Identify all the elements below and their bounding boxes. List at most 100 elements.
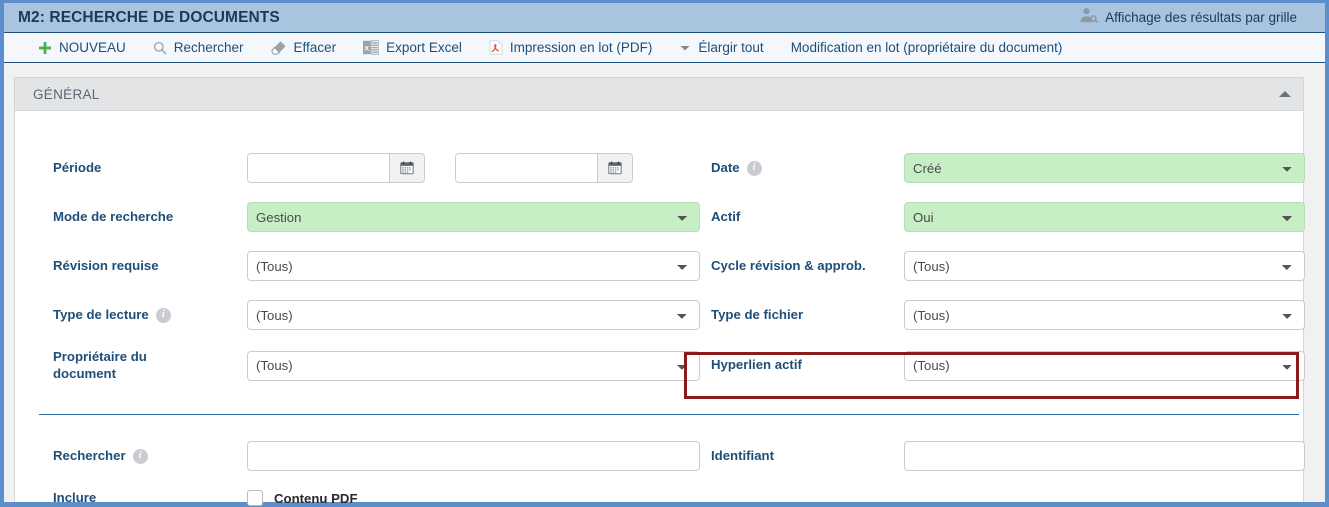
revision-requise-label-cell: Révision requise <box>15 258 247 275</box>
actif-select[interactable]: Oui <box>904 202 1305 232</box>
new-button-label: NOUVEAU <box>59 40 126 55</box>
rechercher-label-cell: Rechercher i <box>15 448 247 465</box>
svg-text:x: x <box>365 43 370 53</box>
mode-de-recherche-field: Gestion <box>247 202 700 232</box>
calendar-icon[interactable] <box>389 154 424 182</box>
type-de-lecture-label-cell: Type de lecture i <box>15 307 247 324</box>
info-icon[interactable]: i <box>155 307 171 323</box>
rechercher-field <box>247 441 700 471</box>
type-de-lecture-label: Type de lecture <box>53 306 149 322</box>
hyperlien-actif-label-cell: Hyperlien actif <box>700 357 904 374</box>
left-gutter <box>4 63 14 502</box>
clear-button[interactable]: Effacer <box>270 40 337 55</box>
mode-de-recherche-label-cell: Mode de recherche <box>15 209 247 226</box>
type-de-fichier-label: Type de fichier <box>711 306 804 322</box>
row-typelecture-typefichier: Type de lecture i (Tous) Type de fichier… <box>15 300 1305 330</box>
page-title: M2: RECHERCHE DE DOCUMENTS <box>18 8 280 26</box>
info-icon[interactable]: i <box>132 448 148 464</box>
cycle-revision-select[interactable]: (Tous) <box>904 251 1305 281</box>
proprietaire-select[interactable]: (Tous) <box>247 350 700 381</box>
hyperlien-actif-label: Hyperlien actif <box>711 357 802 373</box>
view-mode-toggle[interactable]: Affichage des résultats par grille <box>1078 7 1315 29</box>
proprietaire-field: (Tous) <box>247 350 700 381</box>
general-panel-body: Période Date i Créé Mode de recherche Ge… <box>15 111 1305 507</box>
export-excel-label: Export Excel <box>386 40 462 55</box>
toolbar: NOUVEAU Rechercher Effacer x Export Exce… <box>4 33 1325 63</box>
row-periode-date: Période Date i Créé <box>15 153 1305 183</box>
eraser-icon <box>270 40 287 55</box>
plus-icon <box>38 41 52 55</box>
batch-print-pdf-button[interactable]: Impression en lot (PDF) <box>489 40 653 55</box>
expand-all-label: Élargir tout <box>698 40 764 55</box>
search-icon <box>153 41 167 55</box>
periode-end-group <box>455 153 633 183</box>
inclure-label-cell: Inclure <box>15 490 247 507</box>
proprietaire-label: Propriétaire du document <box>53 349 147 381</box>
mode-de-recherche-select[interactable]: Gestion <box>247 202 700 232</box>
info-icon[interactable]: i <box>746 160 762 176</box>
cycle-revision-label: Cycle révision & approb. <box>711 257 866 273</box>
triangle-up-icon[interactable] <box>1279 91 1291 97</box>
hyperlien-actif-field: (Tous) <box>904 350 1305 381</box>
excel-icon: x <box>363 40 380 55</box>
type-de-fichier-label-cell: Type de fichier <box>700 307 904 324</box>
search-button-label: Rechercher <box>173 40 244 55</box>
periode-label-cell: Période <box>15 160 247 177</box>
section-divider <box>39 414 1299 415</box>
user-search-icon <box>1078 7 1099 29</box>
hyperlien-actif-select[interactable]: (Tous) <box>904 350 1305 381</box>
pdf-icon <box>489 40 503 55</box>
rechercher-label: Rechercher <box>53 447 126 463</box>
inclure-label: Inclure <box>53 490 97 505</box>
batch-edit-label: Modification en lot (propriétaire du doc… <box>790 40 1063 55</box>
periode-end-input[interactable] <box>456 154 597 182</box>
periode-start-group <box>247 153 425 183</box>
date-select[interactable]: Créé <box>904 153 1305 183</box>
application-window: M2: RECHERCHE DE DOCUMENTS Affichage des… <box>0 0 1329 507</box>
general-panel-title: GÉNÉRAL <box>33 86 100 102</box>
expand-all-button[interactable]: Élargir tout <box>679 40 764 55</box>
identifiant-label: Identifiant <box>711 447 775 463</box>
type-de-lecture-select[interactable]: (Tous) <box>247 300 700 330</box>
row-rechercher-identifiant: Rechercher i Identifiant <box>15 441 1305 471</box>
type-de-lecture-field: (Tous) <box>247 300 700 330</box>
proprietaire-label-cell: Propriétaire du document <box>15 349 165 382</box>
actif-field: Oui <box>904 202 1305 232</box>
cycle-revision-label-cell: Cycle révision & approb. <box>700 258 904 275</box>
chevron-down-icon <box>679 42 691 54</box>
export-excel-button[interactable]: x Export Excel <box>363 40 462 55</box>
row-revision-cycle: Révision requise (Tous) Cycle révision &… <box>15 251 1305 281</box>
date-label-cell: Date i <box>700 160 904 177</box>
periode-start-input[interactable] <box>248 154 389 182</box>
periode-label: Période <box>53 159 102 175</box>
batch-print-pdf-label: Impression en lot (PDF) <box>509 40 653 55</box>
type-de-fichier-select[interactable]: (Tous) <box>904 300 1305 330</box>
type-de-fichier-field: (Tous) <box>904 300 1305 330</box>
general-panel-header[interactable]: GÉNÉRAL <box>15 78 1303 111</box>
row-proprietaire-hyperlien: Propriétaire du document (Tous) Hyperlie… <box>15 349 1305 382</box>
date-field: Créé <box>904 153 1305 183</box>
rechercher-input[interactable] <box>247 441 700 471</box>
cycle-revision-field: (Tous) <box>904 251 1305 281</box>
date-label: Date <box>711 159 740 175</box>
revision-requise-label: Révision requise <box>53 257 159 273</box>
identifiant-label-cell: Identifiant <box>700 448 904 465</box>
search-button[interactable]: Rechercher <box>153 40 244 55</box>
clear-button-label: Effacer <box>293 40 337 55</box>
title-bar: M2: RECHERCHE DE DOCUMENTS Affichage des… <box>4 0 1325 33</box>
contenu-pdf-label: Contenu PDF <box>274 490 358 506</box>
actif-label-cell: Actif <box>700 209 904 226</box>
contenu-pdf-checkbox[interactable] <box>247 490 263 507</box>
periode-field <box>247 153 700 183</box>
calendar-icon[interactable] <box>597 154 632 182</box>
row-mode-actif: Mode de recherche Gestion Actif Oui <box>15 202 1305 232</box>
general-panel: GÉNÉRAL Période Date i Créé Mode de rech… <box>14 77 1305 507</box>
revision-requise-field: (Tous) <box>247 251 700 281</box>
mode-de-recherche-label: Mode de recherche <box>53 208 174 224</box>
batch-edit-button[interactable]: Modification en lot (propriétaire du doc… <box>791 40 1063 55</box>
revision-requise-select[interactable]: (Tous) <box>247 251 700 281</box>
actif-label: Actif <box>711 208 741 224</box>
new-button[interactable]: NOUVEAU <box>38 40 126 55</box>
inclure-field: Contenu PDF <box>247 490 700 507</box>
identifiant-input[interactable] <box>904 441 1305 471</box>
